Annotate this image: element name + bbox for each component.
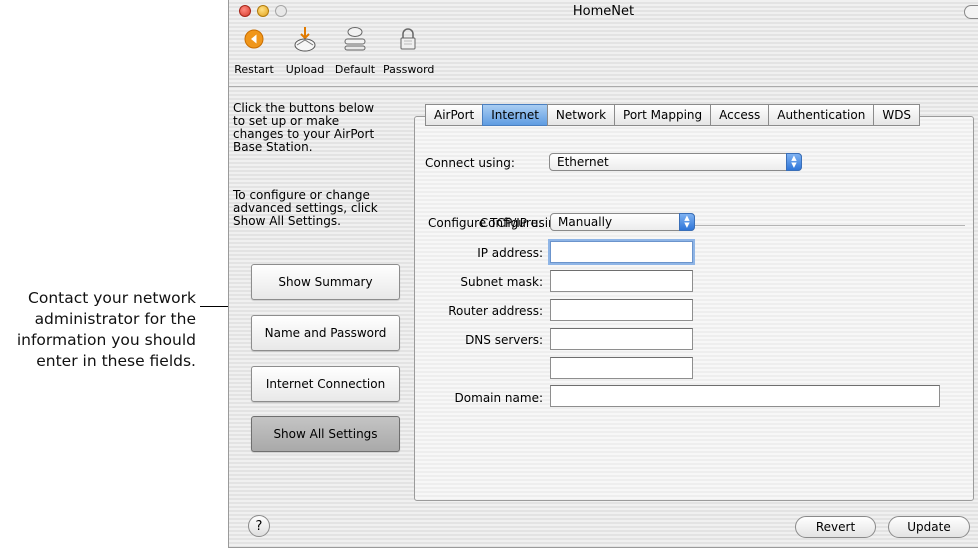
tab-network[interactable]: Network: [546, 104, 616, 126]
router-address-label: Router address:: [448, 304, 543, 318]
domain-name-field[interactable]: [550, 385, 940, 407]
tab-access[interactable]: Access: [710, 104, 770, 126]
password-button[interactable]: Password: [383, 26, 435, 76]
revert-button[interactable]: Revert: [795, 516, 876, 538]
sidebar-instructions-setup: Click the buttons below to set up or mak…: [233, 102, 403, 154]
connect-using-value: Ethernet: [557, 155, 609, 169]
configure-label: Configure:: [479, 216, 542, 230]
dns-servers-label: DNS servers:: [465, 333, 543, 347]
annotation-line: administrator for the: [34, 310, 196, 328]
upload-icon: [285, 26, 325, 52]
popup-arrows-icon: ▲ ▼: [786, 153, 802, 171]
name-and-password-button[interactable]: Name and Password: [251, 315, 400, 351]
internet-connection-button[interactable]: Internet Connection: [251, 366, 400, 402]
annotation-line: enter in these fields.: [36, 352, 196, 370]
homenet-window: HomeNet Restart Upload Default Password …: [228, 0, 978, 548]
tab-authentication[interactable]: Authentication: [768, 104, 875, 126]
show-summary-button[interactable]: Show Summary: [251, 264, 400, 300]
restart-label: Restart: [234, 63, 274, 76]
subnet-mask-field[interactable]: [550, 270, 693, 292]
help-button[interactable]: ?: [248, 515, 270, 537]
ip-address-field[interactable]: [550, 241, 693, 263]
tab-bar: AirPort Internet Network Port Mapping Ac…: [425, 104, 921, 126]
upload-label: Upload: [285, 63, 325, 76]
configure-popup[interactable]: Manually ▲ ▼: [550, 213, 695, 231]
update-button[interactable]: Update: [888, 516, 970, 538]
dns-primary-field[interactable]: [550, 328, 693, 350]
title-bar: HomeNet: [229, 0, 978, 24]
tab-wds[interactable]: WDS: [873, 104, 921, 126]
tab-airport[interactable]: AirPort: [425, 104, 484, 126]
dns-secondary-field[interactable]: [550, 357, 693, 379]
restart-button[interactable]: Restart: [229, 26, 279, 76]
upload-button[interactable]: Upload: [285, 26, 325, 76]
router-address-field[interactable]: [550, 299, 693, 321]
connect-using-label: Connect using:: [425, 156, 515, 170]
show-all-settings-button[interactable]: Show All Settings: [251, 416, 400, 452]
toolbar-separator: [229, 86, 978, 87]
configure-value: Manually: [558, 215, 613, 229]
window-title: HomeNet: [572, 4, 635, 19]
instruction-line: Show All Settings.: [233, 214, 341, 228]
tab-internet[interactable]: Internet: [482, 104, 548, 126]
tab-port-mapping[interactable]: Port Mapping: [614, 104, 712, 126]
annotation-text: Contact your network administrator for t…: [0, 288, 196, 372]
connect-using-popup[interactable]: Ethernet ▲ ▼: [549, 153, 802, 171]
default-button[interactable]: Default: [333, 26, 377, 76]
restart-icon: [229, 26, 279, 52]
instruction-line: Base Station.: [233, 140, 313, 154]
annotation-line: Contact your network: [28, 289, 196, 307]
annotation-line: information you should: [16, 331, 196, 349]
sidebar-instructions-advanced: To configure or change advanced settings…: [233, 189, 403, 228]
ip-address-label: IP address:: [477, 246, 543, 260]
lock-icon: [383, 26, 433, 52]
default-icon: [333, 26, 377, 52]
domain-name-label: Domain name:: [454, 391, 543, 405]
popup-arrows-icon: ▲ ▼: [679, 213, 695, 231]
password-label: Password: [383, 63, 435, 76]
default-label: Default: [334, 63, 376, 76]
group-divider: [656, 225, 965, 226]
toolbar-toggle-button[interactable]: [964, 5, 978, 19]
subnet-mask-label: Subnet mask:: [460, 275, 543, 289]
